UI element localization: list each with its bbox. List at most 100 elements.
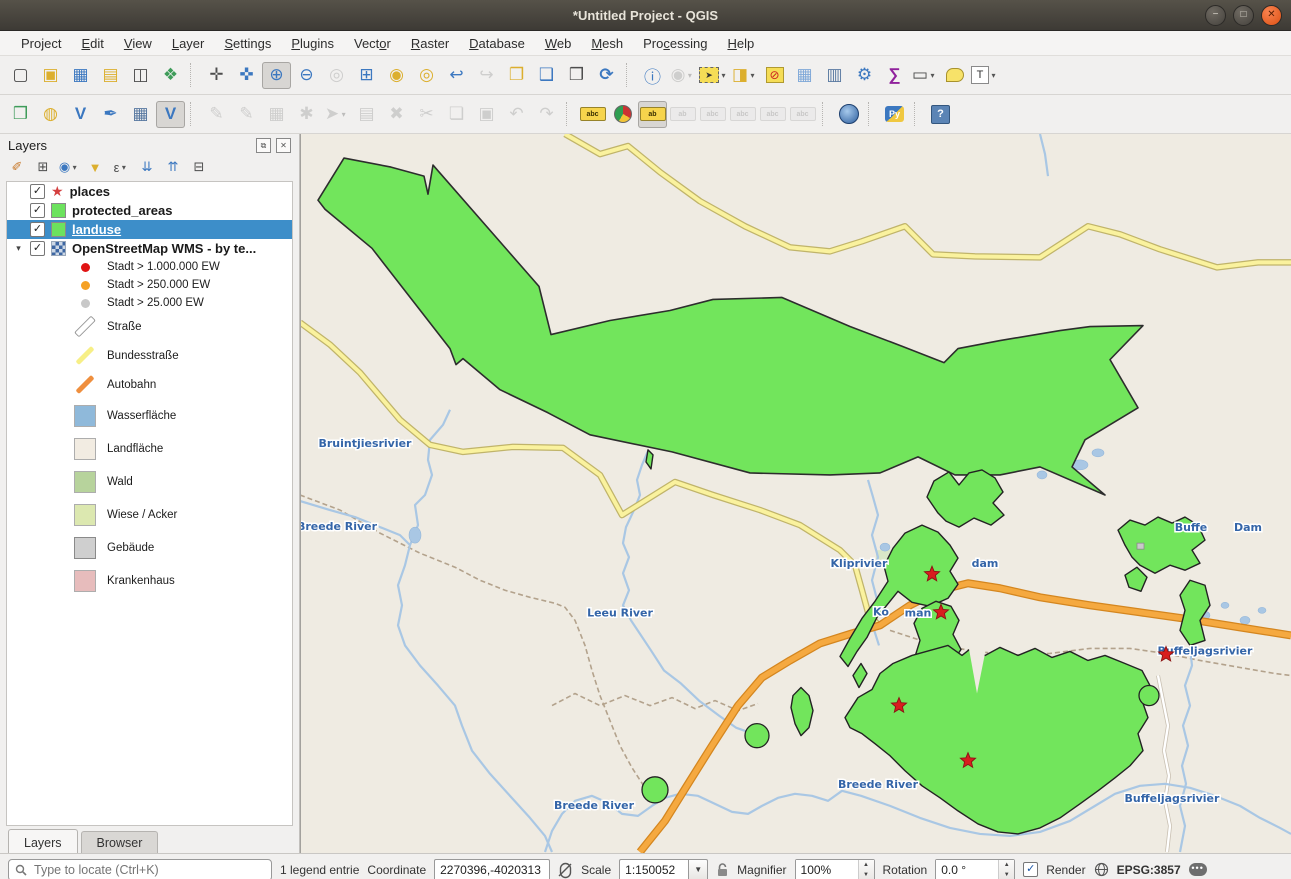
menu-raster[interactable]: Raster <box>402 33 458 54</box>
layer-visibility-checkbox[interactable]: ✓ <box>30 241 45 256</box>
rotation-up-icon[interactable]: ▲ <box>999 860 1014 870</box>
expander-icon[interactable]: ▾ <box>13 243 24 254</box>
new-print-layout-button[interactable]: ▤ <box>96 62 125 89</box>
menu-layer[interactable]: Layer <box>163 33 214 54</box>
data-source-manager-button[interactable]: ❒ <box>6 101 35 128</box>
menu-processing[interactable]: Processing <box>634 33 716 54</box>
tab-browser[interactable]: Browser <box>81 831 159 853</box>
minimize-button[interactable]: − <box>1205 5 1226 26</box>
pan-to-selection-button[interactable]: ✜ <box>232 62 261 89</box>
close-button[interactable]: ✕ <box>1261 5 1282 26</box>
layer-diagram-button[interactable] <box>608 101 637 128</box>
zoom-to-selection-button[interactable]: ◉ <box>382 62 411 89</box>
messages-icon[interactable]: ••• <box>1189 863 1207 876</box>
measure-line-button[interactable]: ▭▾ <box>910 62 939 89</box>
run-feature-action-dropdown-icon[interactable]: ▾ <box>685 71 694 80</box>
scale-dropdown-icon[interactable]: ▼ <box>688 859 708 879</box>
measure-line-dropdown-icon[interactable]: ▾ <box>928 71 937 80</box>
filter-by-expression-dropdown-icon[interactable]: ▾ <box>119 163 128 172</box>
expand-all-button[interactable]: ⇊ <box>136 157 158 177</box>
menu-mesh[interactable]: Mesh <box>582 33 632 54</box>
new-shapefile-layer-button[interactable]: V <box>66 101 95 128</box>
text-annotation-button[interactable]: T▾ <box>970 62 999 89</box>
menu-settings[interactable]: Settings <box>215 33 280 54</box>
menu-database[interactable]: Database <box>460 33 534 54</box>
menu-help[interactable]: Help <box>718 33 763 54</box>
refresh-map-button[interactable]: ⟳ <box>592 62 621 89</box>
filter-legend-button[interactable]: ▼ <box>84 157 106 177</box>
crs-value[interactable]: EPSG:3857 <box>1117 863 1181 877</box>
menu-plugins[interactable]: Plugins <box>282 33 343 54</box>
map-canvas[interactable]: BruintjiesrivierBreede RiverLeeu RiverKl… <box>300 134 1291 853</box>
layer-visibility-checkbox[interactable]: ✓ <box>30 222 45 237</box>
zoom-full-button[interactable]: ⊞ <box>352 62 381 89</box>
panel-float-icon[interactable]: ⧉ <box>256 138 271 153</box>
layout-manager-button[interactable]: ◫ <box>126 62 155 89</box>
new-virtual-layer-button[interactable]: ▦ <box>126 101 155 128</box>
scale-input[interactable] <box>619 859 688 879</box>
locator-input[interactable] <box>32 862 265 878</box>
add-vector-layer-button[interactable]: ◍ <box>36 101 65 128</box>
title-bar[interactable]: *Untitled Project - QGIS − □ ✕ <box>0 0 1291 31</box>
style-manager-button[interactable]: ❖ <box>156 62 185 89</box>
identify-features-button[interactable]: ⓘ <box>638 62 667 89</box>
lock-icon[interactable] <box>716 862 729 878</box>
python-console-button[interactable]: Py <box>880 101 909 128</box>
menu-edit[interactable]: Edit <box>72 33 112 54</box>
rotation-down-icon[interactable]: ▼ <box>999 870 1014 879</box>
remove-layer-button[interactable]: ⊟ <box>188 157 210 177</box>
maximize-button[interactable]: □ <box>1233 5 1254 26</box>
processing-toolbox-button[interactable]: ⚙ <box>850 62 879 89</box>
pan-map-button[interactable]: ✛ <box>202 62 231 89</box>
pin-labels-button[interactable]: ab <box>638 101 667 128</box>
bookmark-manager-button[interactable]: ❒ <box>562 62 591 89</box>
select-features-dropdown-icon[interactable]: ▾ <box>719 71 728 80</box>
render-checkbox[interactable]: ✓ <box>1023 862 1038 877</box>
save-project-button[interactable]: ▦ <box>66 62 95 89</box>
open-project-button[interactable]: ▣ <box>36 62 65 89</box>
new-memory-layer-button[interactable]: V <box>156 101 185 128</box>
crs-globe-icon[interactable] <box>1094 862 1109 877</box>
new-spatialite-layer-button[interactable]: ✒ <box>96 101 125 128</box>
menu-vector[interactable]: Vector <box>345 33 400 54</box>
select-by-form-dropdown-icon[interactable]: ▾ <box>748 71 757 80</box>
menu-project[interactable]: Project <box>12 33 70 54</box>
advanced-digitizing-dropdown-icon[interactable]: ▾ <box>339 110 348 119</box>
new-project-button[interactable]: ▢ <box>6 62 35 89</box>
zoom-out-button[interactable]: ⊖ <box>292 62 321 89</box>
manage-map-themes-button[interactable]: ◉▾ <box>58 157 80 177</box>
statistical-summary-button[interactable]: ▥ <box>820 62 849 89</box>
layer-row-openstreetmap-wms-by-te[interactable]: ▾✓OpenStreetMap WMS - by te... <box>7 239 292 258</box>
rotation-input[interactable] <box>936 860 998 879</box>
collapse-all-button[interactable]: ⇈ <box>162 157 184 177</box>
show-spatial-bookmarks-button[interactable]: ❑ <box>532 62 561 89</box>
text-annotation-dropdown-icon[interactable]: ▾ <box>989 71 998 80</box>
layer-labeling-button[interactable]: abc <box>578 101 607 128</box>
map-tips-button[interactable] <box>940 62 969 89</box>
magnifier-up-icon[interactable]: ▲ <box>859 860 874 870</box>
filter-by-expression-button[interactable]: ε▾ <box>110 157 132 177</box>
layer-visibility-checkbox[interactable]: ✓ <box>30 184 45 199</box>
select-features-button[interactable]: ➤▾ <box>698 62 729 89</box>
metasearch-button[interactable] <box>834 101 863 128</box>
locator-box[interactable] <box>8 859 272 879</box>
open-attribute-table-button[interactable]: ▦ <box>790 62 819 89</box>
layer-row-landuse[interactable]: ✓landuse <box>7 220 292 239</box>
deselect-all-button[interactable]: ⊘ <box>760 62 789 89</box>
coordinate-input[interactable] <box>434 859 550 879</box>
menu-web[interactable]: Web <box>536 33 581 54</box>
zoom-in-button[interactable]: ⊕ <box>262 62 291 89</box>
panel-close-icon[interactable]: ✕ <box>276 138 291 153</box>
help-contents-button[interactable]: ? <box>926 101 955 128</box>
extent-toggle-icon[interactable] <box>558 861 573 879</box>
layer-visibility-checkbox[interactable]: ✓ <box>30 203 45 218</box>
layer-row-places[interactable]: ✓★places <box>7 182 292 201</box>
tab-layers[interactable]: Layers <box>8 829 78 853</box>
layer-row-protected-areas[interactable]: ✓protected_areas <box>7 201 292 220</box>
select-by-form-button[interactable]: ◨▾ <box>730 62 759 89</box>
add-group-button[interactable]: ⊞ <box>32 157 54 177</box>
open-layer-styling-button[interactable]: ✐ <box>6 157 28 177</box>
menu-view[interactable]: View <box>115 33 161 54</box>
magnifier-input[interactable] <box>796 860 858 879</box>
zoom-to-layer-button[interactable]: ◎ <box>412 62 441 89</box>
